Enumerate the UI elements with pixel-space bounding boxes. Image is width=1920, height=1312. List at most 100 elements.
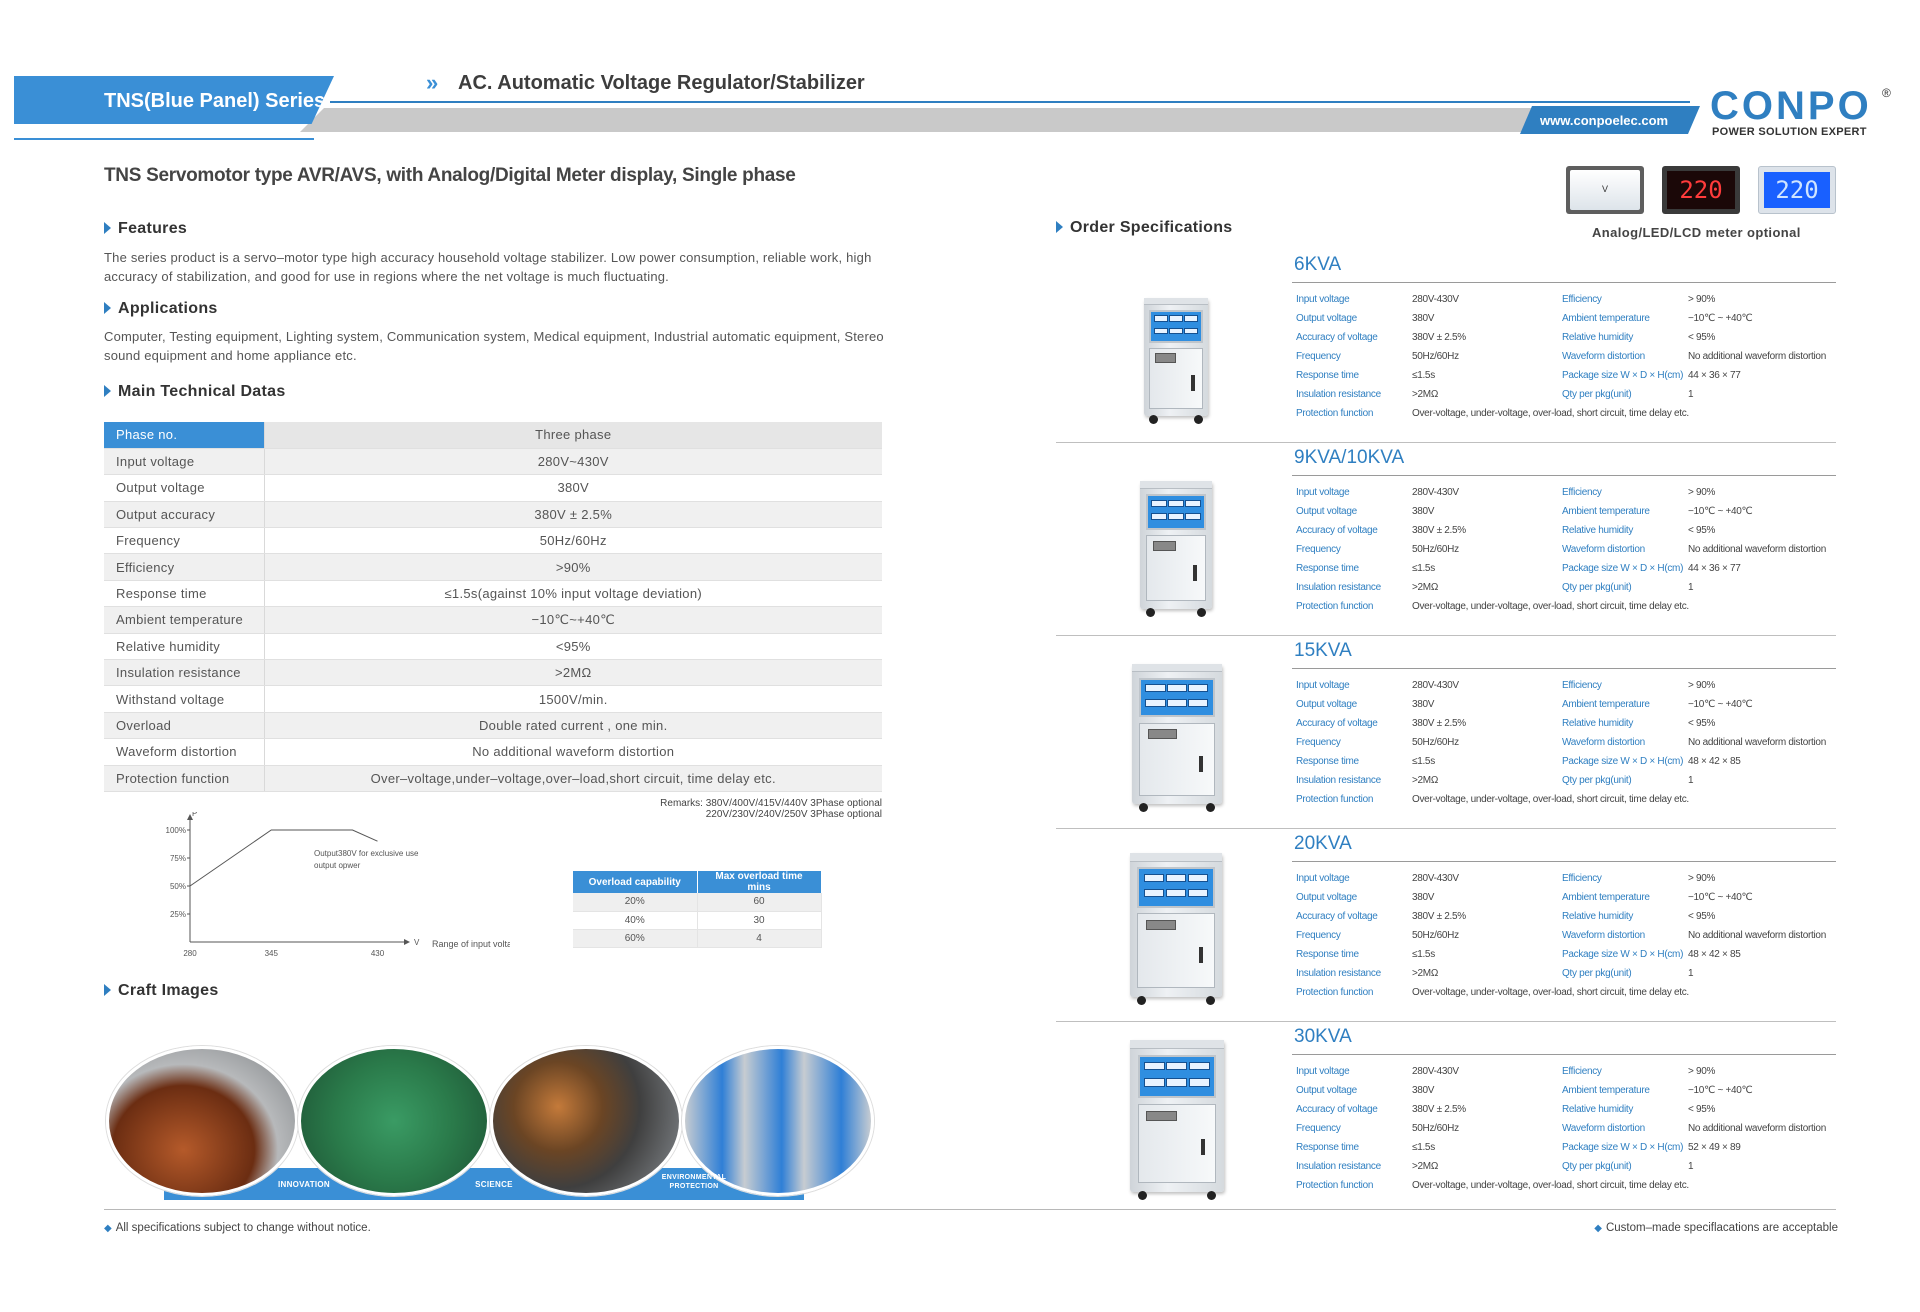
model-underline bbox=[1292, 475, 1836, 476]
tech-param-label: Waveform distortion bbox=[104, 738, 265, 766]
website-link[interactable]: www.conpoelec.com bbox=[1520, 106, 1700, 134]
tech-param-label: Ambient temperature bbox=[104, 606, 265, 634]
spec-value: >2MΩ bbox=[1412, 1161, 1439, 1172]
x-tick-label: 280 bbox=[183, 949, 197, 958]
spec-value: < 95% bbox=[1688, 525, 1716, 536]
caster-wheel bbox=[1197, 608, 1207, 617]
overload-cell: 20% bbox=[573, 893, 698, 912]
spec-value: −10℃ ~ +40℃ bbox=[1688, 506, 1753, 517]
panel-meter bbox=[1143, 873, 1165, 882]
tech-table-row: Input voltage 280V~430V bbox=[104, 448, 882, 476]
tech-param-value: 1500V/min. bbox=[264, 685, 882, 713]
spec-label: Package size W × D × H(cm) bbox=[1562, 1142, 1684, 1153]
spec-value: > 90% bbox=[1688, 873, 1716, 884]
craft-images: INNOVATION SCIENCE ENVIRONMENTAL PROTECT… bbox=[104, 1040, 884, 1200]
chart-annotation: Output380V for exclusive use bbox=[314, 849, 419, 858]
spec-label: Qty per pkg(unit) bbox=[1562, 582, 1632, 593]
tech-param-label: Output voltage bbox=[104, 474, 265, 502]
spec-label: Waveform distortion bbox=[1562, 1123, 1645, 1134]
tech-table-row: Relative humidity <95% bbox=[104, 633, 882, 661]
spec-label: Efficiency bbox=[1562, 1066, 1602, 1077]
tech-heading: Main Technical Datas bbox=[104, 383, 286, 401]
x-axis-arrow-icon bbox=[404, 939, 410, 945]
panel-meter bbox=[1185, 513, 1201, 521]
panel-meter bbox=[1169, 315, 1183, 322]
spec-value: 1 bbox=[1688, 1161, 1694, 1172]
logo-wordmark: CONPO bbox=[1710, 84, 1872, 128]
lcd-meter-image: 220 bbox=[1758, 166, 1836, 214]
product-model: 9KVA/10KVA bbox=[1294, 447, 1405, 468]
x-axis-unit: V bbox=[414, 938, 420, 947]
overload-table: Overload capability Max overload time mi… bbox=[573, 871, 822, 948]
spec-value: No additional waveform distortion bbox=[1688, 351, 1826, 362]
spec-label: Protection function bbox=[1296, 601, 1374, 612]
spec-label: Output voltage bbox=[1296, 313, 1357, 324]
cabinet-top bbox=[1132, 664, 1222, 673]
spec-label: Package size W × D × H(cm) bbox=[1562, 370, 1684, 381]
analog-meter-face: V bbox=[1570, 170, 1640, 210]
logo-tagline: POWER SOLUTION EXPERT bbox=[1712, 126, 1867, 138]
tech-param-value: 380V bbox=[264, 474, 882, 502]
spec-value: 52 × 49 × 89 bbox=[1688, 1142, 1741, 1153]
overload-cell: 40% bbox=[573, 911, 698, 930]
spec-label: Input voltage bbox=[1296, 680, 1350, 691]
model-underline bbox=[1292, 861, 1836, 862]
tech-param-label: Protection function bbox=[104, 765, 265, 792]
spec-label: Insulation resistance bbox=[1296, 968, 1381, 979]
meter-panel bbox=[1137, 1055, 1217, 1098]
panel-meter bbox=[1168, 513, 1184, 521]
led-meter-image: 220 bbox=[1662, 166, 1740, 214]
spec-value: 1 bbox=[1688, 775, 1694, 786]
spec-label: Efficiency bbox=[1562, 294, 1602, 305]
y-tick-label: 100% bbox=[166, 826, 186, 835]
x-tick-label: 430 bbox=[371, 949, 385, 958]
spec-value: −10℃ ~ +40℃ bbox=[1688, 699, 1753, 710]
spec-label: Ambient temperature bbox=[1562, 506, 1650, 517]
header-title: AC. Automatic Voltage Regulator/Stabiliz… bbox=[458, 72, 865, 94]
tech-table-row: Response time ≤1.5s(against 10% input vol… bbox=[104, 580, 882, 608]
product-card: 20KVA Input voltage 280V-430V Output voltag… bbox=[1056, 833, 1836, 1029]
spec-label: Relative humidity bbox=[1562, 911, 1634, 922]
spec-value: 380V bbox=[1412, 313, 1435, 324]
cabinet-door bbox=[1139, 722, 1215, 796]
spec-value: ≤1.5s bbox=[1412, 756, 1435, 767]
spec-value: ≤1.5s bbox=[1412, 563, 1435, 574]
cabinet-door bbox=[1145, 534, 1207, 602]
nameplate bbox=[1145, 920, 1176, 931]
spec-value: ≤1.5s bbox=[1412, 1142, 1435, 1153]
y-tick-label: 25% bbox=[170, 910, 186, 919]
panel-meter bbox=[1188, 1061, 1210, 1071]
panel-meter bbox=[1169, 327, 1183, 335]
spec-value: Over-voltage, under-voltage, over-load, … bbox=[1412, 987, 1689, 998]
spec-value: < 95% bbox=[1688, 911, 1716, 922]
door-handle bbox=[1193, 564, 1198, 581]
spec-value: > 90% bbox=[1688, 487, 1716, 498]
panel-meter bbox=[1187, 873, 1209, 882]
panel-meter bbox=[1166, 684, 1187, 692]
spec-value: Over-voltage, under-voltage, over-load, … bbox=[1412, 408, 1689, 419]
product-separator bbox=[1056, 1021, 1836, 1022]
spec-label: Output voltage bbox=[1296, 506, 1357, 517]
spec-value: 280V-430V bbox=[1412, 294, 1459, 305]
spec-label: Qty per pkg(unit) bbox=[1562, 775, 1632, 786]
applications-heading: Applications bbox=[104, 300, 218, 318]
series-tab: TNS(Blue Panel) Series bbox=[14, 76, 334, 124]
caster-wheel bbox=[1149, 415, 1159, 424]
spec-value: < 95% bbox=[1688, 1104, 1716, 1115]
spec-value: 44 × 36 × 77 bbox=[1688, 370, 1741, 381]
tech-param-value: Over–voltage,under–voltage,over–load,sho… bbox=[264, 765, 882, 792]
spec-label: Ambient temperature bbox=[1562, 313, 1650, 324]
panel-meter bbox=[1151, 499, 1167, 507]
stabilizer-image bbox=[1132, 664, 1222, 812]
spec-value: 280V-430V bbox=[1412, 1066, 1459, 1077]
overload-cell: 60 bbox=[697, 893, 822, 912]
lcd-meter-readout: 220 bbox=[1764, 172, 1830, 208]
spec-value: 380V bbox=[1412, 699, 1435, 710]
remarks-line-2: 220V/230V/240V/250V 3Phase optional bbox=[705, 809, 882, 820]
tech-table-row: Phase no. Three phase bbox=[104, 422, 882, 449]
spec-label: Response time bbox=[1296, 1142, 1359, 1153]
cabinet-top bbox=[1140, 481, 1212, 489]
spec-label: Package size W × D × H(cm) bbox=[1562, 563, 1684, 574]
tech-param-label: Insulation resistance bbox=[104, 659, 265, 687]
caster-wheel bbox=[1137, 1191, 1147, 1200]
